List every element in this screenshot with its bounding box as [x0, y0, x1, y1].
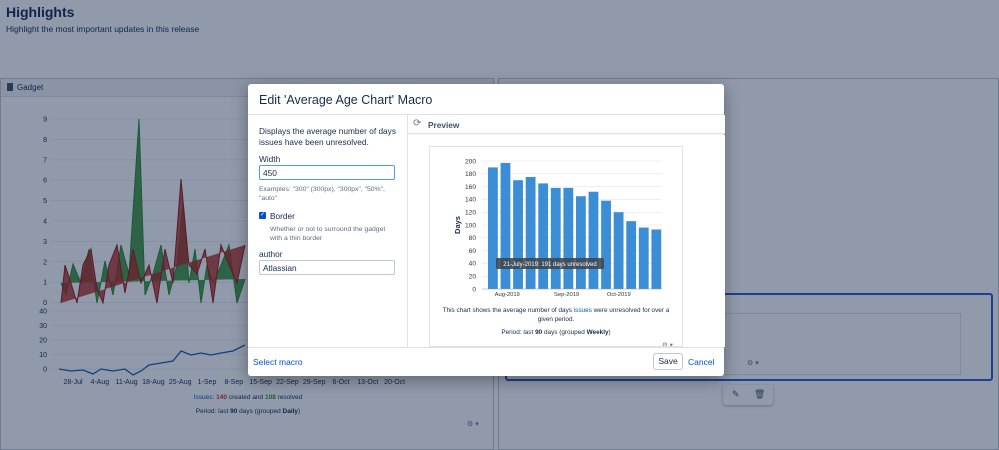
select-macro-link[interactable]: Select macro: [253, 357, 303, 367]
x-tick-label: Sep-2019: [554, 292, 579, 298]
y-tick-label: 200: [465, 158, 476, 165]
refresh-icon[interactable]: ⟳: [413, 118, 421, 129]
width-hint: Examples: "300" (300px), "300px", "50%",…: [259, 186, 385, 202]
bar: [500, 162, 511, 289]
y-tick-label: 180: [465, 171, 476, 178]
preview-header: ⟳ Preview: [408, 115, 725, 134]
y-tick-label: 60: [469, 248, 477, 255]
cancel-link[interactable]: Cancel: [688, 357, 714, 367]
bar: [550, 187, 561, 289]
x-tick-label: Oct-2019: [607, 292, 631, 298]
bar: [525, 177, 536, 289]
width-label: Width: [259, 154, 281, 164]
author-label: author: [259, 249, 283, 259]
border-label: Border: [270, 211, 295, 221]
y-tick-label: 160: [465, 184, 476, 191]
caption-issues-link[interactable]: issues: [574, 307, 592, 314]
preview-panel: ⟳ Preview 0 20 40 60 80 100 120 140 160 180 200 Day…: [407, 115, 725, 347]
chart-period: Period: last 90 days (grouped Weekly): [436, 329, 676, 336]
average-age-chart: 0 20 40 60 80 100 120 140 160 180 200 Days Aug-2019 S…: [429, 146, 683, 347]
bar: [638, 227, 649, 289]
y-tick-label: 40: [469, 261, 477, 268]
chart-period-end: ): [608, 329, 611, 336]
x-tick-label: Aug-2019: [495, 292, 520, 298]
bar: [626, 221, 637, 289]
bar: [613, 212, 624, 289]
border-checkbox[interactable]: ✓: [259, 212, 266, 219]
chart-period-days: 90: [535, 329, 543, 336]
author-input[interactable]: Atlassian: [259, 260, 395, 275]
chart-caption: This chart shows the average number of d…: [436, 306, 676, 324]
y-tick-label: 80: [469, 235, 477, 242]
save-button[interactable]: Save: [653, 353, 683, 370]
bar: [576, 196, 586, 289]
tooltip-text: 21-July-2019: 191 days unresolved: [503, 262, 596, 268]
bar: [538, 183, 549, 289]
preview-label: Preview: [428, 120, 460, 130]
y-tick-label: 120: [465, 210, 476, 217]
macro-description: Displays the average number of days issu…: [259, 126, 396, 147]
dialog-footer-divider: [248, 347, 724, 348]
y-tick-label: 140: [465, 197, 476, 204]
y-axis-label: Days: [453, 216, 462, 234]
bar: [651, 229, 662, 289]
border-hint: Whether or not to surround the gadget wi…: [270, 226, 386, 242]
bar: [488, 167, 498, 289]
chart-period-mid: days (grouped: [543, 329, 585, 336]
dialog-title: Edit 'Average Age Chart' Macro: [259, 93, 433, 107]
chart-period-group: Weekly: [586, 329, 609, 336]
y-tick-label: 100: [465, 222, 476, 229]
bar: [563, 187, 574, 289]
preview-body: 0 20 40 60 80 100 120 140 160 180 200 Days Aug-2019 S…: [408, 135, 725, 347]
average-age-chart-svg: 0 20 40 60 80 100 120 140 160 180 200 Days Aug-2019 S…: [453, 158, 662, 298]
macro-options-panel: Displays the average number of days issu…: [248, 115, 407, 347]
bar: [513, 180, 523, 289]
y-tick-label: 20: [469, 274, 477, 281]
macro-dialog: Edit 'Average Age Chart' Macro Displays …: [248, 84, 725, 376]
width-input[interactable]: 450: [259, 165, 395, 180]
bar: [588, 191, 599, 289]
chart-period-prefix: Period: last: [501, 329, 534, 336]
y-tick-label: 0: [472, 286, 476, 293]
bar: [601, 200, 611, 289]
caption-pre: This chart shows the average number of d…: [442, 307, 572, 314]
